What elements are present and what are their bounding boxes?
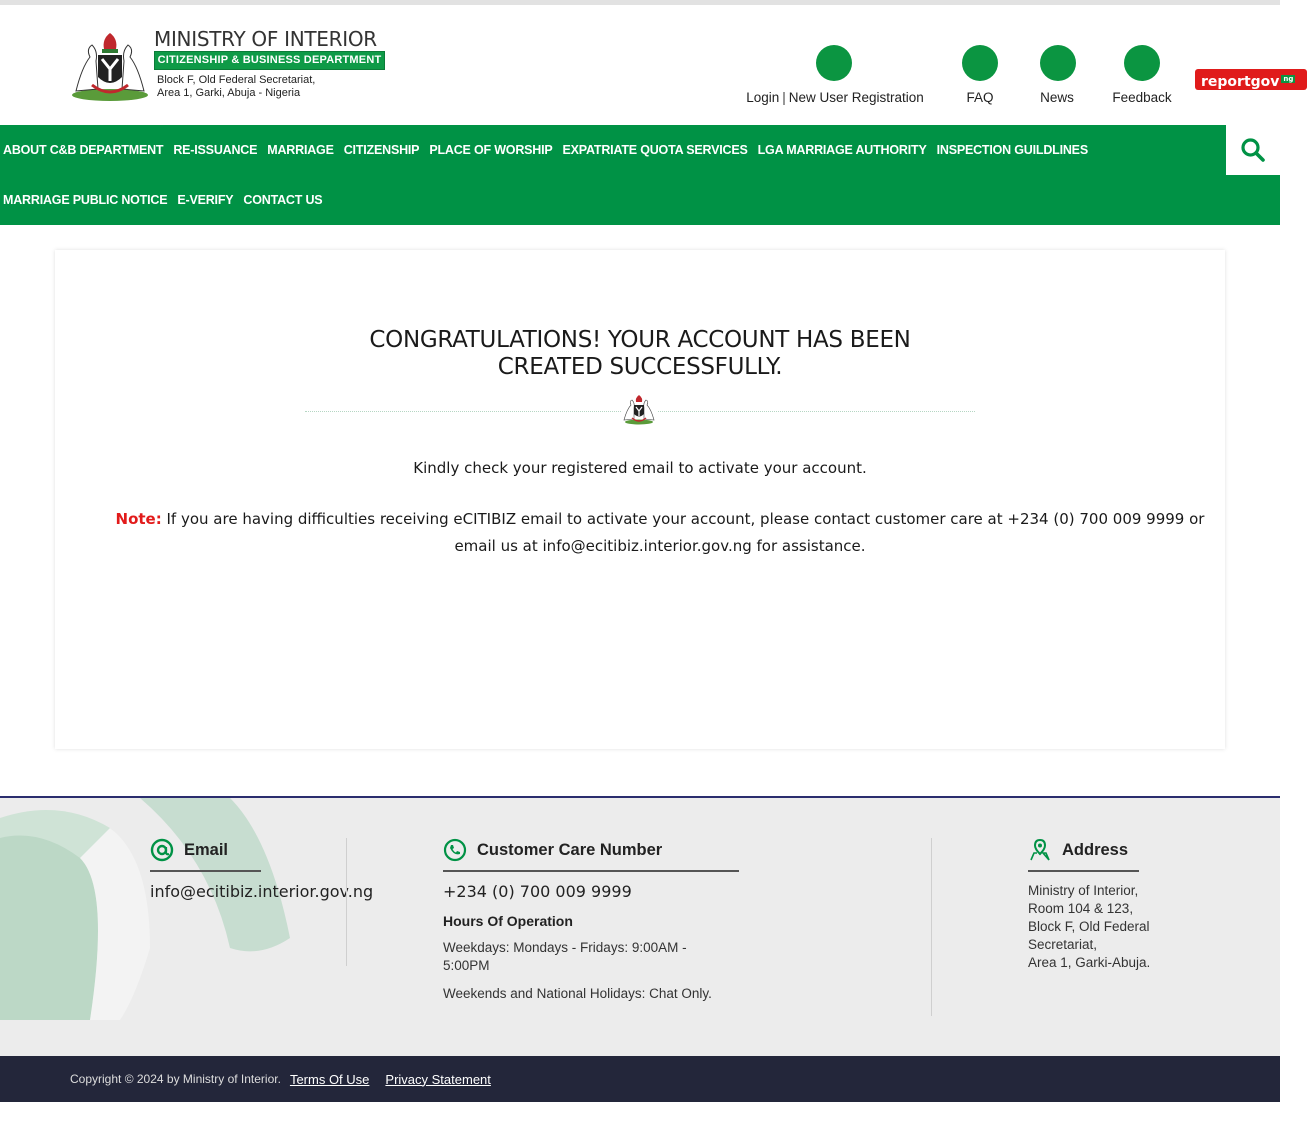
privacy-statement-link[interactable]: Privacy Statement — [385, 1072, 491, 1087]
logo-title: MINISTRY OF INTERIOR — [154, 27, 377, 51]
phone-icon — [443, 838, 467, 862]
logo-address: Block F, Old Federal Secretariat, Area 1… — [157, 74, 315, 100]
footer-divider — [931, 838, 932, 1016]
logo-address-line1: Block F, Old Federal Secretariat, — [157, 74, 316, 86]
feedback-label: Feedback — [1112, 90, 1172, 105]
footer-address-line: Room 104 & 123, — [1028, 901, 1134, 916]
footer-care-value[interactable]: +234 (0) 700 009 9999 — [443, 882, 739, 901]
footer-address-title: Address — [1062, 840, 1129, 859]
new-user-registration-link[interactable]: New User Registration — [789, 90, 924, 105]
news-icon — [1040, 45, 1076, 81]
copyright-bar: Copyright © 2024 by Ministry of Interior… — [0, 1056, 1280, 1102]
footer-email-column: Email info@ecitibiz.interior.gov.ng — [150, 838, 373, 901]
footer-hours-title: Hours Of Operation — [443, 913, 573, 929]
activation-message: Kindly check your registered email to ac… — [413, 459, 867, 477]
footer-email-title: Email — [184, 840, 229, 859]
note-text-line1: If you are having difficulties receiving… — [161, 510, 1205, 528]
faq-label: FAQ — [966, 90, 994, 105]
footer-email-heading: Email — [150, 838, 261, 872]
footer-address-text: Ministry of Interior, Room 104 & 123, Bl… — [1028, 882, 1188, 972]
nav-item-expatriate-quota[interactable]: EXPATRIATE QUOTA SERVICES — [563, 143, 748, 157]
coat-of-arms-icon — [72, 33, 148, 101]
reportgov-suffix: ng — [1281, 75, 1296, 83]
assistance-note: Note: If you are having difficulties rec… — [110, 506, 1210, 560]
site-header: MINISTRY OF INTERIOR CITIZENSHIP & BUSIN… — [0, 5, 1307, 125]
news-link[interactable]: News — [1040, 45, 1076, 105]
footer-address-line: Area 1, Garki-Abuja. — [1028, 955, 1151, 970]
logo-address-line2: Area 1, Garki, Abuja - Nigeria — [157, 87, 301, 99]
footer-address-heading: Address — [1028, 838, 1139, 872]
footer-divider — [346, 838, 347, 966]
footer-address-line: Block F, Old Federal — [1028, 919, 1150, 934]
map-pin-icon — [1030, 838, 1050, 861]
at-sign-icon — [150, 838, 174, 862]
footer-address-column: Address Ministry of Interior, Room 104 &… — [1028, 838, 1188, 972]
login-separator: | — [782, 90, 786, 105]
footer-email-value[interactable]: info@ecitibiz.interior.gov.ng — [150, 882, 373, 901]
footer-care-column: Customer Care Number +234 (0) 700 009 99… — [443, 838, 739, 1003]
login-link[interactable]: Login — [746, 90, 779, 105]
user-icon[interactable] — [816, 45, 852, 81]
note-label: Note: — [115, 510, 162, 528]
nav-item-re-issuance[interactable]: RE-ISSUANCE — [173, 143, 257, 157]
login-registration-group: Login | New User Registration — [739, 45, 931, 105]
nav-item-e-verify[interactable]: E-VERIFY — [177, 193, 233, 207]
nav-item-marriage[interactable]: MARRIAGE — [267, 143, 334, 157]
footer-address-line: Secretariat, — [1028, 937, 1098, 952]
nav-row-2: MARRIAGE PUBLIC NOTICE E-VERIFY CONTACT … — [3, 175, 332, 225]
nav-item-contact-us[interactable]: CONTACT US — [243, 193, 322, 207]
copyright-text: Copyright © 2024 by Ministry of Interior… — [70, 1072, 281, 1086]
note-text-line2: email us at info@ecitibiz.interior.gov.n… — [454, 537, 866, 555]
nigeria-flag-image — [0, 798, 290, 1020]
faq-icon — [962, 45, 998, 81]
feedback-link[interactable]: Feedback — [1110, 45, 1174, 105]
nav-item-inspection[interactable]: INSPECTION GUILDLINES — [937, 143, 1089, 157]
news-label: News — [1040, 90, 1074, 105]
nav-item-citizenship[interactable]: CITIZENSHIP — [344, 143, 420, 157]
footer-address-line: Ministry of Interior, — [1028, 883, 1139, 898]
ministry-logo[interactable]: MINISTRY OF INTERIOR CITIZENSHIP & BUSIN… — [68, 27, 388, 107]
success-heading: CONGRATULATIONS! YOUR ACCOUNT HAS BEEN C… — [55, 327, 1225, 381]
success-heading-line2: CREATED SUCCESSFULLY. — [497, 354, 783, 380]
faq-link[interactable]: FAQ — [962, 45, 998, 105]
nav-row-1: ABOUT C&B DEPARTMENT RE-ISSUANCE MARRIAG… — [3, 125, 1098, 175]
logo-department-banner: CITIZENSHIP & BUSINESS DEPARTMENT — [154, 51, 385, 70]
main-navigation: ABOUT C&B DEPARTMENT RE-ISSUANCE MARRIAG… — [0, 125, 1280, 225]
nav-item-place-of-worship[interactable]: PLACE OF WORSHIP — [429, 143, 552, 157]
search-icon — [1241, 138, 1265, 162]
nav-item-about[interactable]: ABOUT C&B DEPARTMENT — [3, 143, 164, 157]
coat-of-arms-icon — [621, 393, 657, 425]
footer-hours-weekends: Weekends and National Holidays: Chat Onl… — [443, 986, 712, 1001]
reportgov-badge[interactable]: reportgov ng — [1195, 69, 1307, 90]
success-heading-line1: CONGRATULATIONS! YOUR ACCOUNT HAS BEEN — [369, 327, 911, 353]
success-card: CONGRATULATIONS! YOUR ACCOUNT HAS BEEN C… — [55, 250, 1225, 749]
search-button[interactable] — [1226, 125, 1280, 175]
feedback-icon — [1124, 45, 1160, 81]
nav-item-marriage-public-notice[interactable]: MARRIAGE PUBLIC NOTICE — [3, 193, 168, 207]
nav-item-lga-marriage[interactable]: LGA MARRIAGE AUTHORITY — [758, 143, 927, 157]
footer-care-heading: Customer Care Number — [443, 838, 739, 872]
footer-care-title: Customer Care Number — [477, 840, 663, 859]
site-footer: Email info@ecitibiz.interior.gov.ng Cust… — [0, 796, 1280, 1056]
reportgov-label: reportgov — [1201, 74, 1280, 90]
footer-hours-weekdays: Weekdays: Mondays - Fridays: 9:00AM - 5:… — [443, 940, 687, 973]
terms-of-use-link[interactable]: Terms Of Use — [290, 1072, 369, 1087]
